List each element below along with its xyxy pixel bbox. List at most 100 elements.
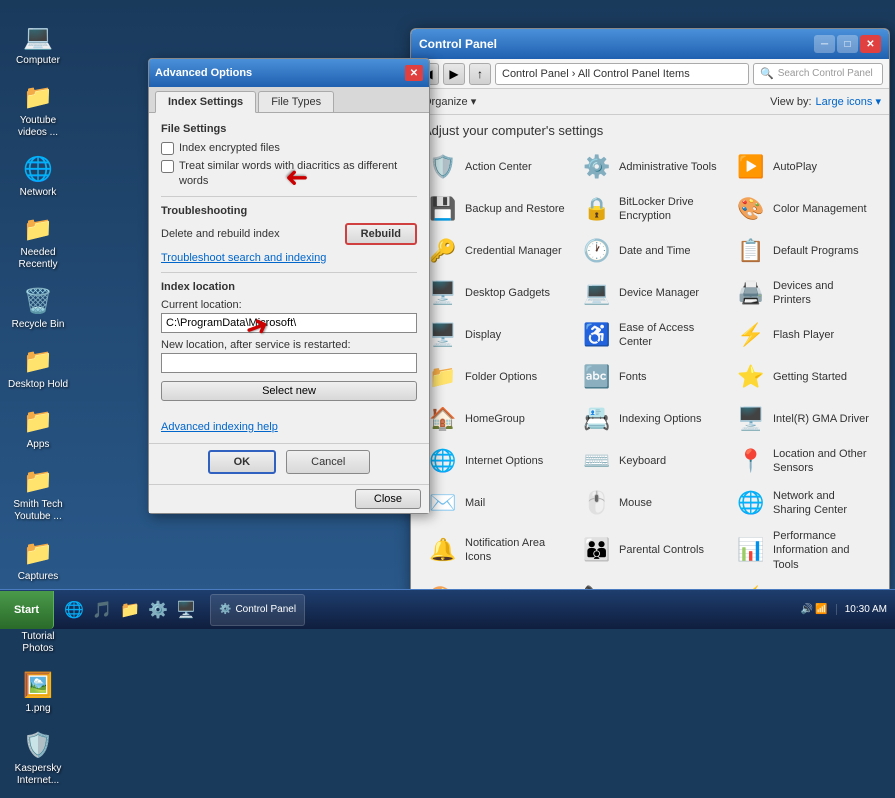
mouse-icon: 🖱️ — [581, 487, 613, 519]
adv-title: Advanced Options — [155, 67, 252, 79]
maximize-button[interactable]: □ — [837, 35, 858, 53]
window-titlebar: Control Panel ─ □ ✕ — [411, 29, 889, 59]
troubleshoot-link[interactable]: Troubleshoot search and indexing — [161, 252, 326, 264]
internet-options-icon: 🌐 — [427, 445, 459, 477]
tab-file-types[interactable]: File Types — [258, 91, 334, 112]
checkbox-diacritics[interactable] — [161, 160, 174, 173]
cp-item-homegroup[interactable]: 🏠 HomeGroup — [419, 398, 573, 440]
cp-item-admin-tools[interactable]: ⚙️ Administrative Tools — [573, 146, 727, 188]
device-manager-icon: 💻 — [581, 277, 613, 309]
view-mode[interactable]: Large icons ▾ — [816, 95, 881, 108]
cp-item-folder-options[interactable]: 📁 Folder Options — [419, 356, 573, 398]
select-new-button[interactable]: Select new — [161, 381, 417, 401]
tray-network-icon[interactable]: 📶 — [815, 604, 827, 615]
tray-sound-icon[interactable]: 🔊 — [801, 604, 813, 615]
cp-item-credential-mgr[interactable]: 🔑 Credential Manager — [419, 230, 573, 272]
taskbar-items: ⚙️ Control Panel — [206, 590, 793, 629]
cp-item-devices-printers[interactable]: 🖨️ Devices and Printers — [727, 272, 881, 314]
tab-index-settings[interactable]: Index Settings — [155, 91, 256, 113]
cp-item-action-center[interactable]: 🛡️ Action Center — [419, 146, 573, 188]
new-location-input[interactable] — [161, 353, 417, 373]
cp-item-keyboard[interactable]: ⌨️ Keyboard — [573, 440, 727, 482]
mail-icon: ✉️ — [427, 487, 459, 519]
minimize-button[interactable]: ─ — [814, 35, 835, 53]
file-settings-label: File Settings — [161, 123, 417, 135]
up-button[interactable]: ↑ — [469, 63, 491, 85]
cp-item-notification-icons[interactable]: 🔔 Notification Area Icons — [419, 524, 573, 577]
network-sharing-label: Network and Sharing Center — [773, 489, 873, 518]
rebuild-button[interactable]: Rebuild — [345, 223, 417, 245]
cp-item-fonts[interactable]: 🔤 Fonts — [573, 356, 727, 398]
cp-item-parental-controls[interactable]: 👪 Parental Controls — [573, 524, 727, 577]
desktop-icon-computer[interactable]: 💻 Computer — [4, 18, 72, 70]
close-button[interactable]: ✕ — [860, 35, 881, 53]
current-location-input[interactable] — [161, 313, 417, 333]
cp-item-bitlocker[interactable]: 🔒 BitLocker Drive Encryption — [573, 188, 727, 230]
backup-restore-label: Backup and Restore — [465, 202, 565, 216]
cp-item-network-sharing[interactable]: 🌐 Network and Sharing Center — [727, 482, 881, 524]
address-input[interactable]: Control Panel › All Control Panel Items — [495, 63, 749, 85]
taskbar-icon-area: 🌐 🎵 📁 ⚙️ 🖥️ — [54, 598, 206, 622]
default-progs-label: Default Programs — [773, 244, 859, 258]
autoplay-label: AutoPlay — [773, 160, 817, 174]
cp-item-indexing-options[interactable]: 📇 Indexing Options — [573, 398, 727, 440]
cp-item-autoplay[interactable]: ▶️ AutoPlay — [727, 146, 881, 188]
cp-item-getting-started[interactable]: ⭐ Getting Started — [727, 356, 881, 398]
notification-icons-icon: 🔔 — [427, 534, 459, 566]
desktop-icon-needed[interactable]: 📁 Needed Recently — [4, 210, 72, 274]
adv-indexing-link[interactable]: Advanced indexing help — [161, 421, 417, 433]
cp-item-date-time[interactable]: 🕐 Date and Time — [573, 230, 727, 272]
cp-item-mail[interactable]: ✉️ Mail — [419, 482, 573, 524]
close-footer: Close — [149, 484, 429, 513]
cp-item-performance-info[interactable]: 📊 Performance Information and Tools — [727, 524, 881, 577]
taskbar-clock[interactable]: 10:30 AM — [836, 604, 895, 615]
desktop-icon-apps[interactable]: 📁 Apps — [4, 402, 72, 454]
close-footer-button[interactable]: Close — [355, 489, 421, 509]
cp-item-mouse[interactable]: 🖱️ Mouse — [573, 482, 727, 524]
desktop-icon-smith[interactable]: 📁 Smith Tech Youtube ... — [4, 462, 72, 526]
desktop-icon-1png[interactable]: 🖼️ 1.png — [4, 666, 72, 718]
cp-item-internet-options[interactable]: 🌐 Internet Options — [419, 440, 573, 482]
index-location-section: Index location Current location: New loc… — [161, 281, 417, 401]
cp-item-device-manager[interactable]: 💻 Device Manager — [573, 272, 727, 314]
desktop-icon-network[interactable]: 🌐 Network — [4, 150, 72, 202]
troubleshooting-label: Troubleshooting — [161, 205, 417, 217]
mail-label: Mail — [465, 496, 485, 510]
desktop-icon-youtube[interactable]: 📁 Youtube videos ... — [4, 78, 72, 142]
cancel-button[interactable]: Cancel — [286, 450, 370, 474]
cp-item-desktop-gadgets[interactable]: 🖥️ Desktop Gadgets — [419, 272, 573, 314]
new-location-label: New location, after service is restarted… — [161, 339, 417, 351]
autoplay-icon: ▶️ — [735, 151, 767, 183]
location-other-label: Location and Other Sensors — [773, 447, 873, 476]
search-box[interactable]: 🔍 Search Control Panel — [753, 63, 883, 85]
taskbar-ie-icon[interactable]: 🌐 — [62, 598, 86, 622]
bitlocker-icon: 🔒 — [581, 193, 613, 225]
taskbar-item-cp[interactable]: ⚙️ Control Panel — [210, 594, 305, 626]
ok-button[interactable]: OK — [208, 450, 277, 474]
forward-button[interactable]: ▶ — [443, 63, 465, 85]
taskbar-cp-icon[interactable]: ⚙️ — [146, 598, 170, 622]
control-panel-window: Control Panel ─ □ ✕ ◀ ▶ ↑ Control Panel … — [410, 28, 890, 598]
cp-item-ease-of-access[interactable]: ♿ Ease of Access Center — [573, 314, 727, 356]
1png-label: 1.png — [25, 703, 50, 715]
cp-item-backup-restore[interactable]: 💾 Backup and Restore — [419, 188, 573, 230]
internet-options-label: Internet Options — [465, 454, 543, 468]
taskbar-folder-icon[interactable]: 📁 — [118, 598, 142, 622]
parental-controls-icon: 👪 — [581, 534, 613, 566]
cp-item-location-other[interactable]: 📍 Location and Other Sensors — [727, 440, 881, 482]
checkbox-encrypted[interactable] — [161, 142, 174, 155]
taskbar-media-icon[interactable]: 🎵 — [90, 598, 114, 622]
desktop-icon-recycle[interactable]: 🗑️ Recycle Bin — [4, 282, 72, 334]
start-button[interactable]: Start — [0, 591, 54, 629]
cp-item-flash-player[interactable]: ⚡ Flash Player — [727, 314, 881, 356]
cp-item-intel-gma[interactable]: 🖥️ Intel(R) GMA Driver — [727, 398, 881, 440]
cp-item-color-mgmt[interactable]: 🎨 Color Management — [727, 188, 881, 230]
desktop-icon-captures[interactable]: 📁 Captures — [4, 534, 72, 586]
desktop-icon-desktop-hold[interactable]: 📁 Desktop Hold — [4, 342, 72, 394]
cp-item-display[interactable]: 🖥️ Display — [419, 314, 573, 356]
desktop-icon-kaspersky[interactable]: 🛡️ Kaspersky Internet... — [4, 726, 72, 790]
adv-close-button[interactable]: ✕ — [405, 65, 423, 81]
taskbar-extra-icon[interactable]: 🖥️ — [174, 598, 198, 622]
advanced-options-dialog: Advanced Options ✕ Index Settings File T… — [148, 58, 430, 514]
cp-item-default-progs[interactable]: 📋 Default Programs — [727, 230, 881, 272]
